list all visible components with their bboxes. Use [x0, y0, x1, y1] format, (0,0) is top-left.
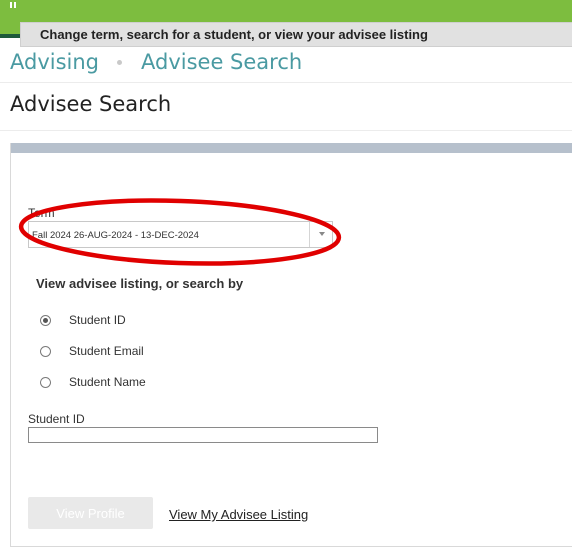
radio-label: Student Email	[69, 344, 144, 358]
divider	[0, 130, 572, 131]
section-header: Change term, search for a student, or vi…	[20, 22, 572, 47]
page-title: Advisee Search	[10, 92, 172, 116]
select-divider	[309, 222, 310, 247]
view-advisee-listing-link[interactable]: View My Advisee Listing	[169, 507, 308, 522]
term-selected-value: Fall 2024 26-AUG-2024 - 13-DEC-2024	[32, 230, 199, 241]
radio-student-email[interactable]: Student Email	[40, 344, 144, 358]
grid-menu-icon[interactable]	[10, 2, 16, 8]
radio-button[interactable]	[40, 376, 51, 388]
term-select[interactable]: Fall 2024 26-AUG-2024 - 13-DEC-2024	[28, 221, 333, 248]
view-profile-button[interactable]: View Profile	[28, 497, 153, 529]
divider	[0, 82, 572, 83]
panel-top-bar	[11, 143, 572, 153]
search-by-heading: View advisee listing, or search by	[36, 276, 244, 291]
breadcrumb-advisee-search[interactable]: Advisee Search	[141, 50, 302, 74]
student-id-input[interactable]	[28, 427, 378, 443]
radio-button[interactable]	[40, 345, 51, 357]
chevron-down-icon[interactable]	[319, 232, 325, 236]
breadcrumb: Advising Advisee Search	[10, 50, 302, 74]
radio-label: Student Name	[69, 375, 146, 389]
radio-label: Student ID	[69, 313, 126, 327]
breadcrumb-separator-icon	[117, 59, 123, 65]
radio-student-id[interactable]: Student ID	[40, 313, 126, 327]
breadcrumb-advising[interactable]: Advising	[10, 50, 99, 74]
radio-student-name[interactable]: Student Name	[40, 375, 146, 389]
student-id-label: Student ID	[28, 412, 85, 426]
radio-button-checked[interactable]	[40, 314, 51, 326]
term-label: Term	[28, 206, 55, 220]
